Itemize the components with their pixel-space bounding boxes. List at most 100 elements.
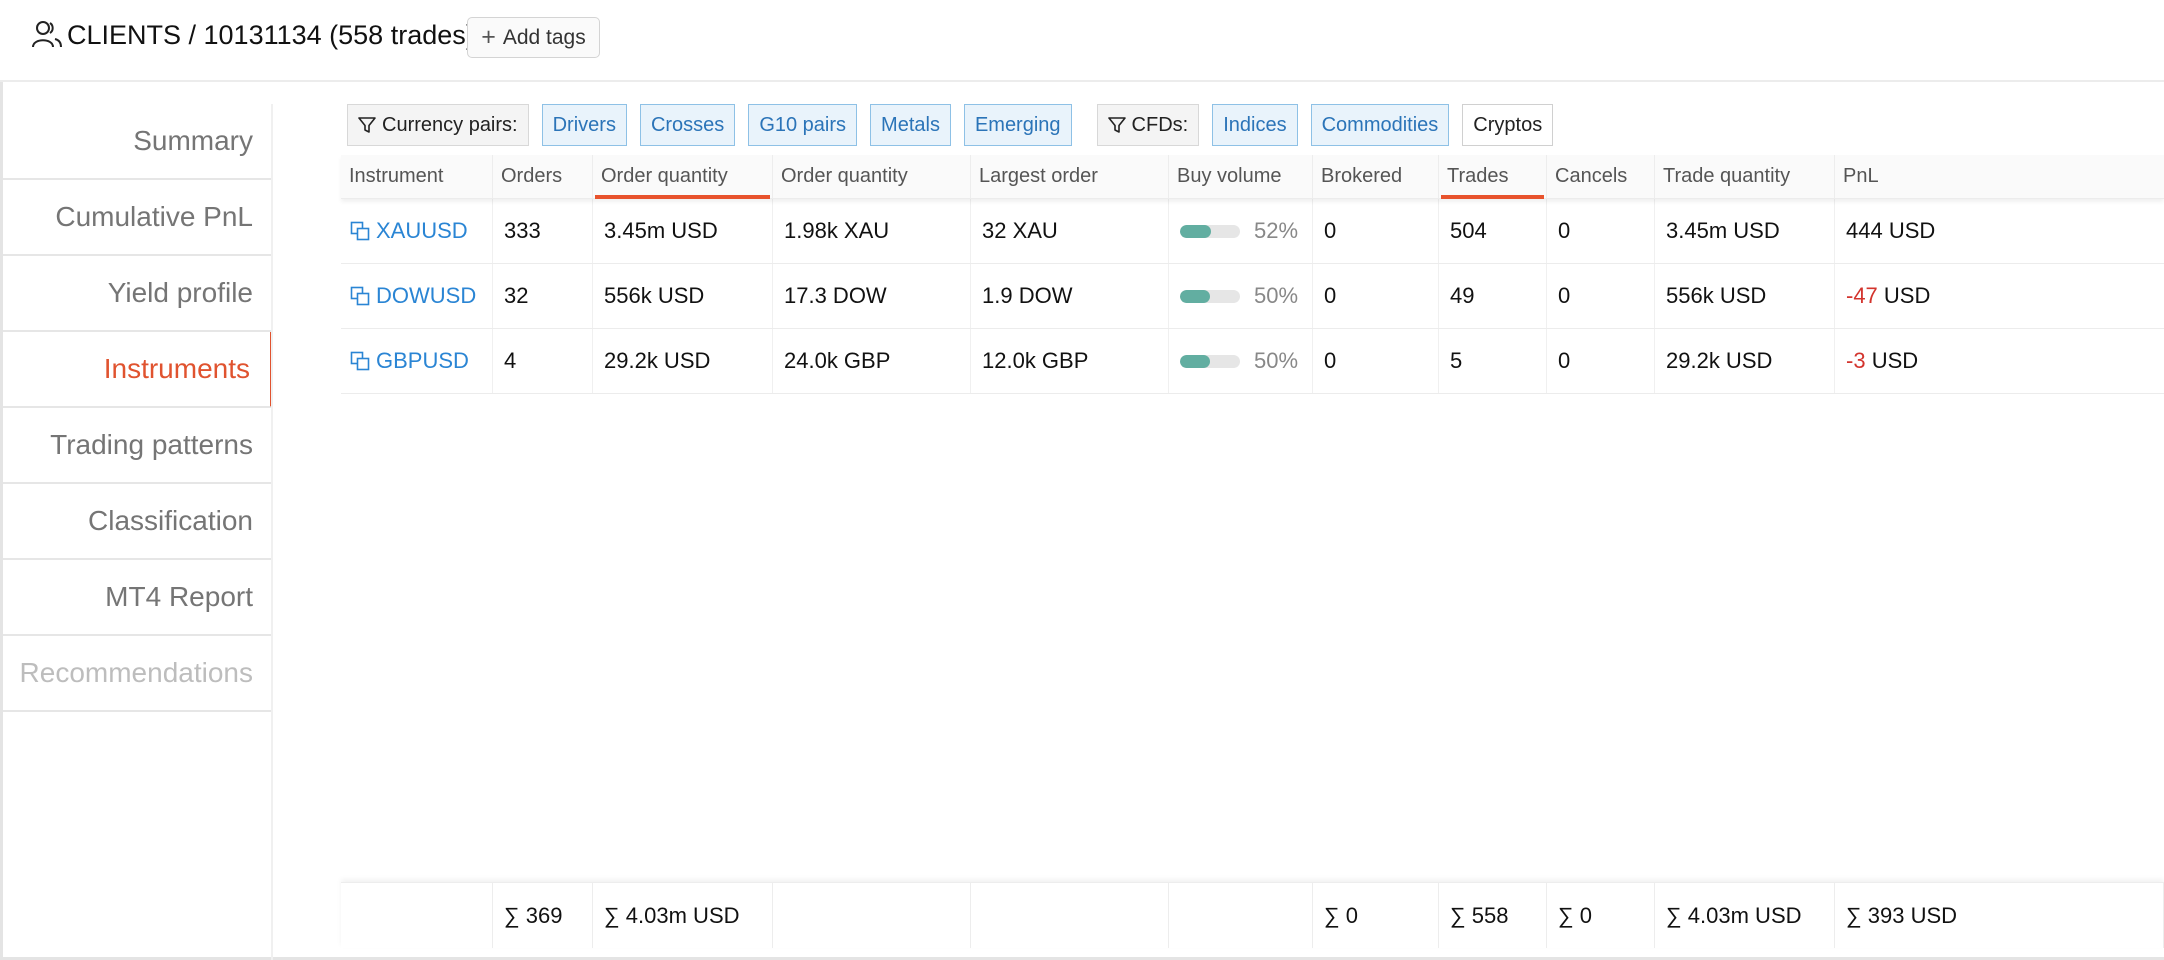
filter-bar: Currency pairs: Drivers Crosses G10 pair… — [347, 104, 1554, 146]
column-header-trades[interactable]: Trades — [1439, 155, 1547, 199]
buy-volume-percent: 52% — [1254, 218, 1299, 243]
chip-g10-pairs[interactable]: G10 pairs — [748, 104, 858, 146]
order-quantity-usd-cell: 29.2k USD — [593, 329, 773, 393]
sidebar-item-mt4-report[interactable]: MT4 Report — [3, 560, 273, 636]
pnl-unit: USD — [1883, 283, 1931, 308]
pnl-unit: USD — [1888, 218, 1936, 243]
total-trade-quantity: ∑ 4.03m USD — [1655, 883, 1835, 948]
table-totals-row: ∑ 369 ∑ 4.03m USD ∑ 0 ∑ 558 ∑ 0 ∑ 4.03m … — [341, 882, 2164, 948]
instrument-link[interactable]: GBPUSD — [341, 329, 493, 393]
sidebar-item-recommendations: Recommendations — [3, 636, 273, 712]
column-header-largest-order[interactable]: Largest order — [971, 155, 1169, 198]
sidebar-item-cumulative-pnl[interactable]: Cumulative PnL — [3, 180, 273, 256]
page-title: CLIENTS / 10131134 (558 trades) — [67, 20, 475, 50]
instrument-name: DOWUSD — [376, 283, 477, 308]
chart-link-icon — [350, 221, 370, 241]
table-row: GBPUSD 4 29.2k USD 24.0k GBP 12.0k GBP 5… — [341, 329, 2164, 394]
chip-crosses[interactable]: Crosses — [639, 104, 736, 146]
sidebar-nav: Summary Cumulative PnL Yield profile Ins… — [3, 104, 273, 712]
instruments-table: Instrument Orders Order quantity Order q… — [341, 155, 2164, 394]
totals-empty-cell — [971, 883, 1169, 948]
chip-drivers[interactable]: Drivers — [541, 104, 627, 146]
plus-icon: + — [481, 23, 496, 51]
sidebar-divider — [271, 104, 273, 960]
table-header: Instrument Orders Order quantity Order q… — [341, 155, 2164, 199]
chip-indices[interactable]: Indices — [1212, 104, 1298, 146]
totals-empty-cell — [1169, 883, 1313, 948]
filter-label-text: Currency pairs: — [382, 113, 518, 136]
column-header-orders[interactable]: Orders — [493, 155, 593, 198]
brokered-cell: 0 — [1313, 329, 1439, 393]
order-quantity-base-cell: 24.0k GBP — [773, 329, 971, 393]
instrument-link[interactable]: XAUUSD — [341, 199, 493, 263]
cancels-cell: 0 — [1547, 329, 1655, 393]
total-pnl: ∑ 393 USD — [1835, 883, 2164, 948]
column-header-brokered[interactable]: Brokered — [1313, 155, 1439, 198]
trade-quantity-cell: 3.45m USD — [1655, 199, 1835, 263]
buy-volume-cell: 52% — [1169, 199, 1313, 263]
table-row: DOWUSD 32 556k USD 17.3 DOW 1.9 DOW 50% … — [341, 264, 2164, 329]
filter-funnel-icon — [358, 117, 376, 133]
buy-volume-cell: 50% — [1169, 264, 1313, 328]
trades-cell: 49 — [1439, 264, 1547, 328]
sidebar-item-trading-patterns[interactable]: Trading patterns — [3, 408, 273, 484]
chip-emerging[interactable]: Emerging — [963, 104, 1072, 146]
brokered-cell: 0 — [1313, 199, 1439, 263]
column-header-cancels[interactable]: Cancels — [1547, 155, 1655, 198]
instrument-link[interactable]: DOWUSD — [341, 264, 493, 328]
sidebar-item-label: MT4 Report — [105, 581, 253, 612]
pnl-cell: -3 USD — [1835, 329, 2164, 393]
sidebar-item-label: Trading patterns — [50, 429, 253, 460]
add-tags-button[interactable]: + Add tags — [467, 17, 600, 58]
total-brokered: ∑ 0 — [1313, 883, 1439, 948]
sidebar-item-summary[interactable]: Summary — [3, 104, 273, 180]
chip-cryptos[interactable]: Cryptos — [1462, 104, 1554, 146]
total-trades: ∑ 558 — [1439, 883, 1547, 948]
cancels-cell: 0 — [1547, 264, 1655, 328]
buy-volume-cell: 50% — [1169, 329, 1313, 393]
largest-order-cell: 12.0k GBP — [971, 329, 1169, 393]
buy-volume-bar-fill — [1180, 289, 1210, 303]
column-header-order-quantity-base[interactable]: Order quantity — [773, 155, 971, 198]
instrument-name: XAUUSD — [376, 218, 468, 243]
column-header-instrument[interactable]: Instrument — [341, 155, 493, 198]
sidebar-item-yield-profile[interactable]: Yield profile — [3, 256, 273, 332]
pnl-unit: USD — [1871, 348, 1919, 373]
chip-commodities[interactable]: Commodities — [1310, 104, 1450, 146]
buy-volume-percent: 50% — [1254, 348, 1299, 373]
chip-metals[interactable]: Metals — [870, 104, 951, 146]
chart-link-icon — [350, 286, 370, 306]
chart-link-icon — [350, 351, 370, 371]
sidebar-item-classification[interactable]: Classification — [3, 484, 273, 560]
cancels-cell: 0 — [1547, 199, 1655, 263]
cfds-filter-label: CFDs: — [1096, 104, 1200, 146]
sidebar-item-label: Summary — [133, 125, 253, 156]
order-quantity-base-cell: 1.98k XAU — [773, 199, 971, 263]
currency-pairs-filter-label: Currency pairs: — [347, 104, 529, 146]
user-group-icon — [32, 21, 62, 48]
column-header-pnl[interactable]: PnL — [1835, 155, 2164, 198]
sidebar-item-instruments[interactable]: Instruments — [3, 332, 273, 408]
column-header-order-quantity-usd[interactable]: Order quantity — [593, 155, 773, 199]
sidebar-item-label: Yield profile — [107, 277, 253, 308]
trade-quantity-cell: 29.2k USD — [1655, 329, 1835, 393]
order-quantity-usd-cell: 3.45m USD — [593, 199, 773, 263]
brokered-cell: 0 — [1313, 264, 1439, 328]
buy-volume-bar — [1180, 289, 1240, 303]
column-header-buy-volume[interactable]: Buy volume — [1169, 155, 1313, 198]
pnl-value: -3 — [1846, 348, 1866, 373]
buy-volume-percent: 50% — [1254, 283, 1299, 308]
page-header: CLIENTS / 10131134 (558 trades) + Add ta… — [0, 0, 2164, 82]
orders-cell: 333 — [493, 199, 593, 263]
sidebar-item-label: Cumulative PnL — [55, 201, 253, 232]
pnl-cell: -47 USD — [1835, 264, 2164, 328]
pnl-cell: 444 USD — [1835, 199, 2164, 263]
pnl-value: -47 — [1846, 283, 1878, 308]
buy-volume-bar — [1180, 354, 1240, 368]
buy-volume-bar — [1180, 224, 1240, 238]
trades-cell: 504 — [1439, 199, 1547, 263]
column-header-trade-quantity[interactable]: Trade quantity — [1655, 155, 1835, 198]
total-cancels: ∑ 0 — [1547, 883, 1655, 948]
trades-cell: 5 — [1439, 329, 1547, 393]
table-row: XAUUSD 333 3.45m USD 1.98k XAU 32 XAU 52… — [341, 199, 2164, 264]
